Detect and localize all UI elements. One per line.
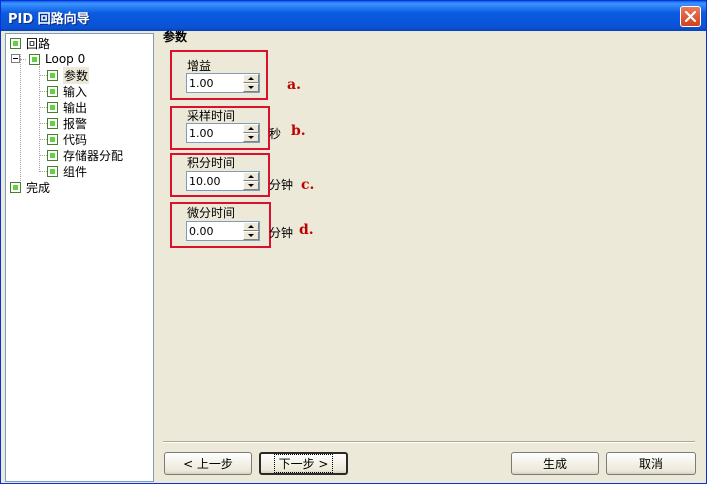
tree-item-label: 参数: [63, 66, 90, 84]
tree-node-icon: [47, 117, 58, 129]
window-title: PID 回路向导: [8, 12, 90, 27]
tree-item-label: 回路: [26, 36, 51, 51]
tree-node-icon: [10, 181, 21, 193]
tree-node-icon: [10, 37, 21, 49]
prev-button-label: < 上一步: [183, 457, 233, 471]
unit-label: 分钟: [269, 178, 294, 192]
tree-item-label: 报警: [63, 116, 88, 131]
derivative-time-spinbox[interactable]: 0.00: [186, 221, 260, 241]
cancel-button-label: 取消: [638, 457, 663, 471]
close-button[interactable]: [680, 6, 701, 27]
title-bar: PID 回路向导: [1, 1, 706, 31]
tree-item-label: 存储器分配: [63, 148, 124, 163]
unit-label: 分钟: [269, 226, 294, 240]
next-button[interactable]: 下一步 >: [259, 452, 348, 475]
spin-value: 0.00: [189, 225, 214, 238]
annotation-a: a.: [287, 77, 301, 93]
arrow-down-icon: [248, 136, 254, 139]
tree-item-loop-root[interactable]: 回路: [10, 36, 51, 51]
spin-value: 10.00: [189, 175, 221, 188]
tree-node-icon: [47, 149, 58, 161]
spin-down-button[interactable]: [243, 83, 259, 92]
arrow-down-icon: [248, 234, 254, 237]
sample-time-spinbox[interactable]: 1.00: [186, 123, 260, 143]
spin-down-button[interactable]: [243, 133, 259, 142]
pid-wizard-window: PID 回路向导 回路 Loop 0 参数 输入 输出 报警 代码 存储器分配 …: [0, 0, 707, 484]
spin-down-button[interactable]: [243, 181, 259, 190]
spin-value: 1.00: [189, 127, 214, 140]
unit-label: 秒: [269, 127, 282, 141]
param-label: 增益: [187, 59, 212, 73]
tree-node-icon: [47, 69, 58, 81]
next-button-label: 下一步 >: [273, 454, 334, 473]
generate-button[interactable]: 生成: [511, 452, 599, 475]
tree-item-label: 输入: [63, 84, 88, 99]
collapse-toggle[interactable]: [11, 54, 20, 63]
divider: [163, 441, 695, 443]
tree-item-params[interactable]: 参数: [47, 66, 90, 84]
tree-item-components[interactable]: 组件: [47, 164, 88, 179]
tree-item-memory[interactable]: 存储器分配: [47, 148, 124, 163]
integral-time-spinbox[interactable]: 10.00: [186, 171, 260, 191]
param-gain: 增益 1.00: [170, 50, 290, 100]
tree-item-finish[interactable]: 完成: [10, 180, 51, 195]
param-label: 微分时间: [187, 206, 236, 220]
spin-up-button[interactable]: [243, 172, 259, 181]
tree-item-loop0[interactable]: Loop 0: [29, 52, 85, 66]
param-label: 积分时间: [187, 156, 236, 170]
prev-button[interactable]: < 上一步: [164, 452, 252, 475]
tree-item-label: 代码: [63, 132, 88, 147]
tree-node-icon: [29, 53, 40, 65]
tree-node-icon: [47, 133, 58, 145]
section-title: 参数: [163, 30, 188, 44]
cancel-button[interactable]: 取消: [606, 452, 696, 475]
annotation-b: b.: [291, 123, 306, 139]
wizard-tree[interactable]: 回路 Loop 0 参数 输入 输出 报警 代码 存储器分配 组件 完成: [5, 33, 154, 482]
arrow-up-icon: [248, 225, 254, 228]
arrow-up-icon: [248, 175, 254, 178]
spin-down-button[interactable]: [243, 231, 259, 240]
spin-up-button[interactable]: [243, 74, 259, 83]
generate-button-label: 生成: [542, 457, 567, 471]
tree-item-label: 完成: [26, 180, 51, 195]
annotation-d: d.: [299, 222, 314, 238]
arrow-up-icon: [248, 77, 254, 80]
arrow-up-icon: [248, 127, 254, 130]
tree-node-icon: [47, 101, 58, 113]
annotation-c: c.: [301, 177, 315, 193]
gain-spinbox[interactable]: 1.00: [186, 73, 260, 93]
tree-item-label: Loop 0: [45, 52, 86, 66]
tree-item-output[interactable]: 输出: [47, 100, 88, 115]
arrow-down-icon: [248, 86, 254, 89]
tree-item-label: 输出: [63, 100, 88, 115]
tree-item-alarm[interactable]: 报警: [47, 116, 88, 131]
arrow-down-icon: [248, 184, 254, 187]
close-icon: [685, 11, 696, 22]
tree-item-input[interactable]: 输入: [47, 84, 88, 99]
spin-up-button[interactable]: [243, 124, 259, 133]
tree-node-icon: [47, 165, 58, 177]
spin-value: 1.00: [189, 77, 214, 90]
tree-node-icon: [47, 85, 58, 97]
tree-item-label: 组件: [63, 164, 88, 179]
param-label: 采样时间: [187, 109, 236, 123]
tree-item-code[interactable]: 代码: [47, 132, 88, 147]
spin-up-button[interactable]: [243, 222, 259, 231]
